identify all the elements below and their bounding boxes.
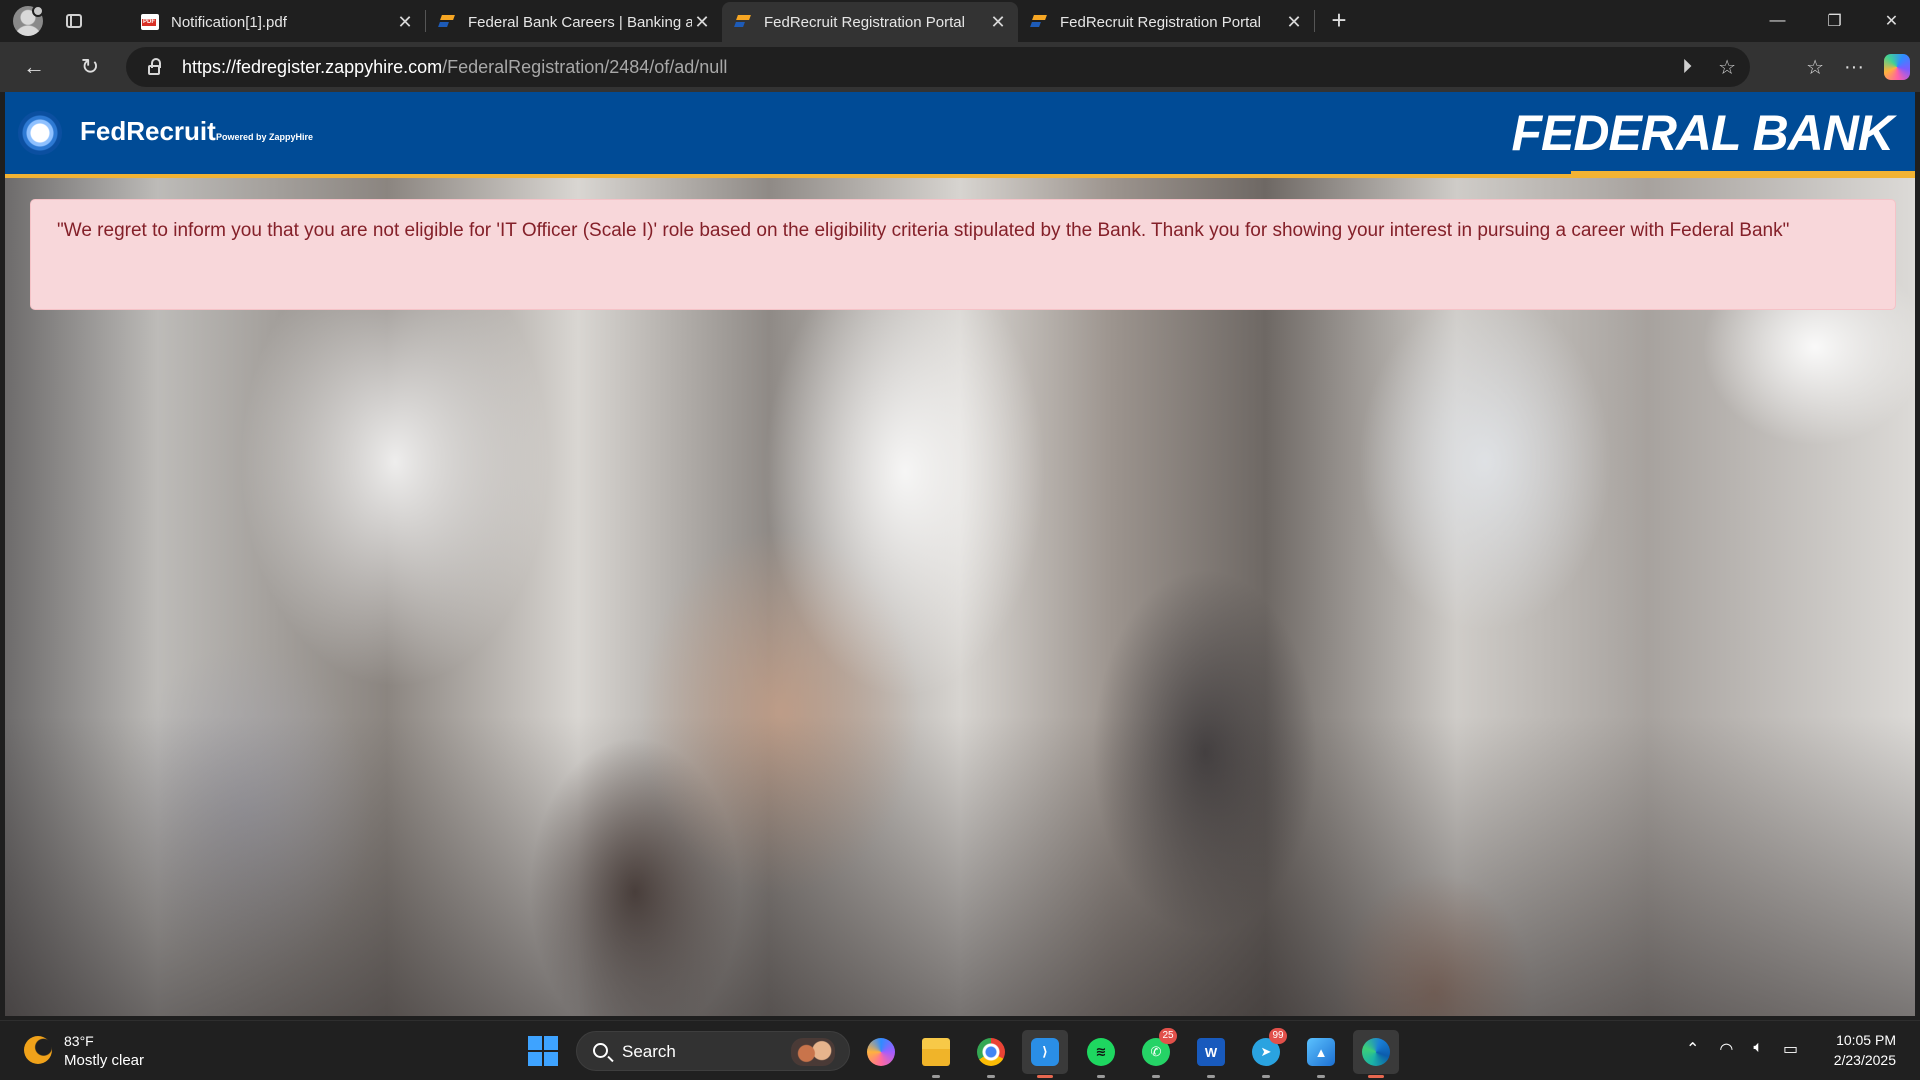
telegram-icon[interactable]: ➤ 99: [1243, 1028, 1289, 1078]
federal-bank-logo: FEDERAL BANK: [1511, 105, 1894, 161]
address-bar[interactable]: https://fedregister.zappyhire.com/Federa…: [126, 47, 1750, 87]
ineligibility-alert: "We regret to inform you that you are no…: [30, 199, 1896, 310]
browser-tab-pdf[interactable]: Notification[1].pdf ✕: [129, 2, 425, 42]
copilot-app-icon[interactable]: [858, 1030, 904, 1074]
tab-title: FedRecruit Registration Portal: [764, 13, 965, 31]
windows-start-icon[interactable]: [528, 1036, 558, 1066]
weather-moon-icon[interactable]: [24, 1036, 52, 1064]
volume-icon[interactable]: 🔈︎: [1753, 1039, 1763, 1059]
new-tab-button[interactable]: +: [1321, 3, 1357, 39]
more-menu-icon[interactable]: ···: [1844, 56, 1864, 79]
chrome-icon[interactable]: [968, 1030, 1014, 1078]
wifi-icon[interactable]: ◠: [1719, 1039, 1733, 1059]
url-domain: https://fedregister.zappyhire.com: [182, 56, 443, 77]
file-explorer-icon[interactable]: [913, 1030, 959, 1078]
address-bar-actions: ⏵ ☆: [1682, 47, 1736, 87]
close-tab-icon[interactable]: ✕: [988, 12, 1008, 32]
federal-bank-icon: [438, 14, 456, 30]
system-tray: ⌃ ◠ 🔈︎ ▭: [1686, 1039, 1798, 1059]
tab-separator: [1314, 10, 1315, 32]
browser-tab-registration-active[interactable]: FedRecruit Registration Portal ✕: [722, 2, 1018, 42]
close-tab-icon[interactable]: ✕: [395, 12, 415, 32]
battery-icon[interactable]: ▭: [1783, 1039, 1798, 1059]
read-aloud-icon[interactable]: ⏵: [1682, 56, 1692, 79]
favorites-icon[interactable]: ☆: [1806, 55, 1824, 80]
photos-icon[interactable]: ▲: [1298, 1030, 1344, 1078]
favorite-star-icon[interactable]: ☆: [1718, 55, 1736, 80]
telegram-badge: 99: [1269, 1028, 1287, 1044]
federal-bank-icon: [734, 14, 752, 30]
search-highlight-art-icon: [791, 1038, 835, 1066]
page-viewport: FedRecruit Powered by ZappyHire FEDERAL …: [5, 92, 1915, 1016]
tab-title: FedRecruit Registration Portal: [1060, 13, 1261, 31]
tab-title: Notification[1].pdf: [171, 13, 287, 31]
tab-actions-icon[interactable]: [57, 6, 91, 36]
clock-time[interactable]: 10:05 PM: [1836, 1032, 1896, 1048]
url-text[interactable]: https://fedregister.zappyhire.com/Federa…: [182, 57, 727, 78]
browser-tab-registration[interactable]: FedRecruit Registration Portal ✕: [1018, 2, 1314, 42]
toolbar-right: ☆ ···: [1806, 47, 1910, 87]
minimize-icon[interactable]: —: [1749, 0, 1806, 42]
vscode-icon[interactable]: ⟩: [1022, 1030, 1068, 1078]
close-window-icon[interactable]: ✕: [1863, 0, 1920, 42]
close-tab-icon[interactable]: ✕: [1284, 12, 1304, 32]
weather-temperature[interactable]: 83°F: [64, 1033, 94, 1049]
taskbar-search[interactable]: Search: [576, 1031, 850, 1071]
tab-title: Federal Bank Careers | Banking ar: [468, 13, 692, 31]
pdf-icon: [141, 14, 159, 30]
show-hidden-icons-icon[interactable]: ⌃: [1686, 1039, 1699, 1059]
browser-tab-careers[interactable]: Federal Bank Careers | Banking ar ✕: [426, 2, 722, 42]
url-path: /FederalRegistration/2484/of/ad/null: [442, 56, 728, 77]
whatsapp-badge: 25: [1159, 1028, 1177, 1044]
browser-tab-strip: Notification[1].pdf ✕ Federal Bank Caree…: [0, 0, 1920, 42]
lock-icon[interactable]: [148, 58, 161, 75]
powered-by-label: Powered by ZappyHire: [216, 132, 314, 142]
clock-date[interactable]: 2/23/2025: [1834, 1052, 1896, 1068]
browser-toolbar: ← ↻ https://fedregister.zappyhire.com/Fe…: [0, 42, 1920, 92]
copilot-icon[interactable]: [1884, 54, 1910, 80]
edge-icon[interactable]: [1353, 1030, 1399, 1078]
window-controls: — ❐ ✕: [1749, 0, 1920, 42]
search-label: Search: [622, 1042, 676, 1061]
word-icon[interactable]: W: [1188, 1030, 1234, 1078]
site-header: FedRecruit Powered by ZappyHire FEDERAL …: [5, 92, 1915, 178]
restore-icon[interactable]: ❐: [1806, 0, 1863, 42]
back-icon[interactable]: ←: [14, 47, 54, 87]
close-tab-icon[interactable]: ✕: [692, 12, 712, 32]
spotify-icon[interactable]: ≋: [1078, 1030, 1124, 1078]
search-icon: [593, 1043, 608, 1058]
logo-underline: [1571, 171, 1915, 174]
brand-title: FedRecruit: [80, 116, 216, 146]
federal-bank-icon: [1030, 14, 1048, 30]
weather-description[interactable]: Mostly clear: [64, 1052, 144, 1069]
profile-avatar-icon[interactable]: [13, 5, 44, 36]
refresh-icon[interactable]: ↻: [70, 47, 110, 87]
whatsapp-icon[interactable]: ✆ 25: [1133, 1028, 1179, 1078]
windows-taskbar: 83°F Mostly clear Search ⟩ ≋ ✆ 25 W ➤ 99: [0, 1020, 1920, 1080]
fedrecruit-logo-icon: [18, 111, 62, 155]
